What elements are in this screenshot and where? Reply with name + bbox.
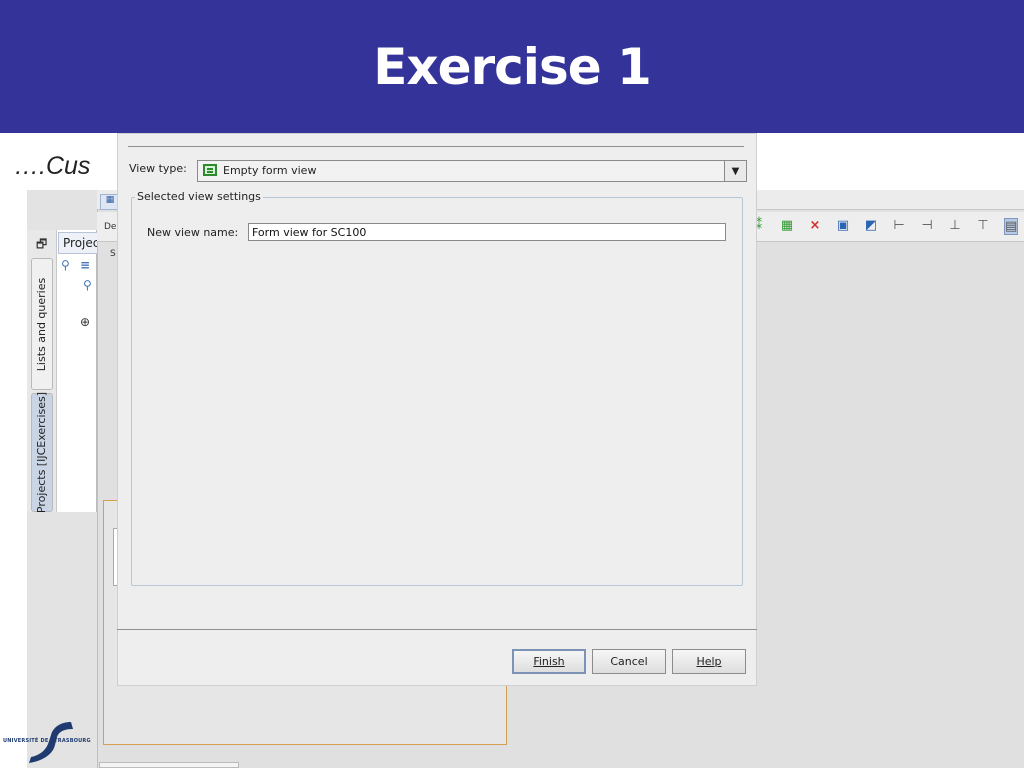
align-right-icon[interactable]: ⊣ [920,218,934,235]
editor-label-de: De [104,222,117,232]
tree-node-icon: ⚲ [61,258,70,272]
project-panel [57,230,97,512]
align-left-icon[interactable]: ⊢ [892,218,906,235]
bottom-status-bar [99,762,239,768]
selected-view-settings-group [131,197,743,586]
restore-window-icon[interactable]: 🗗 [36,235,47,256]
new-view-name-label: New view name: [147,226,239,239]
side-tab-projects-label: Projects [IJCExercises] [35,391,49,514]
new-view-name-input[interactable] [248,223,726,241]
chevron-down-icon[interactable]: ▼ [724,161,746,181]
help-button[interactable]: Help [672,649,746,674]
layout-icon[interactable]: ▤ [1004,218,1018,235]
add-column-icon[interactable]: ▦ [780,218,794,235]
slide-subtitle: ….Cus [14,152,91,180]
side-tab-projects[interactable]: Projects [IJCExercises] [31,391,53,514]
cancel-label: Cancel [610,655,648,668]
align-bottom-icon[interactable]: ⊥ [948,218,962,235]
dialog-separator-bottom [117,629,757,630]
finish-button[interactable]: Finish [512,649,586,674]
logo-text: UNIVERSITÉ DE STRASBOURG [3,738,91,744]
editor-label-s: S [110,249,116,259]
side-tab-lists-label: Lists and queries [35,277,49,371]
toolbar-icon-group: ⁑ ▦ × ▣ ◩ ⊢ ⊣ ⊥ ⊤ ▤ [752,218,1018,235]
view-type-label: View type: [129,162,187,175]
finish-label: Finish [533,655,565,668]
picture-icon[interactable]: ◩ [864,218,878,235]
list-icon: ≡ [80,258,91,272]
grid-icon[interactable]: ▣ [836,218,850,235]
delete-icon[interactable]: × [808,218,822,235]
form-view-icon [203,164,217,176]
dialog-separator-top [128,146,744,147]
align-top-icon[interactable]: ⊤ [976,218,990,235]
view-type-value: Empty form view [223,164,317,177]
tab-projects[interactable]: Projec [58,232,100,254]
help-label: Help [696,655,722,668]
slide-title: Exercise 1 [373,38,652,96]
tree-child-icon: ⚲ [83,278,92,292]
query-icon: ⊕ [80,315,91,329]
cancel-button[interactable]: Cancel [592,649,666,674]
settings-group-title: Selected view settings [135,190,263,203]
view-type-select[interactable]: Empty form view ▼ [197,160,747,182]
side-tab-lists-and-queries[interactable]: Lists and queries [31,258,53,390]
